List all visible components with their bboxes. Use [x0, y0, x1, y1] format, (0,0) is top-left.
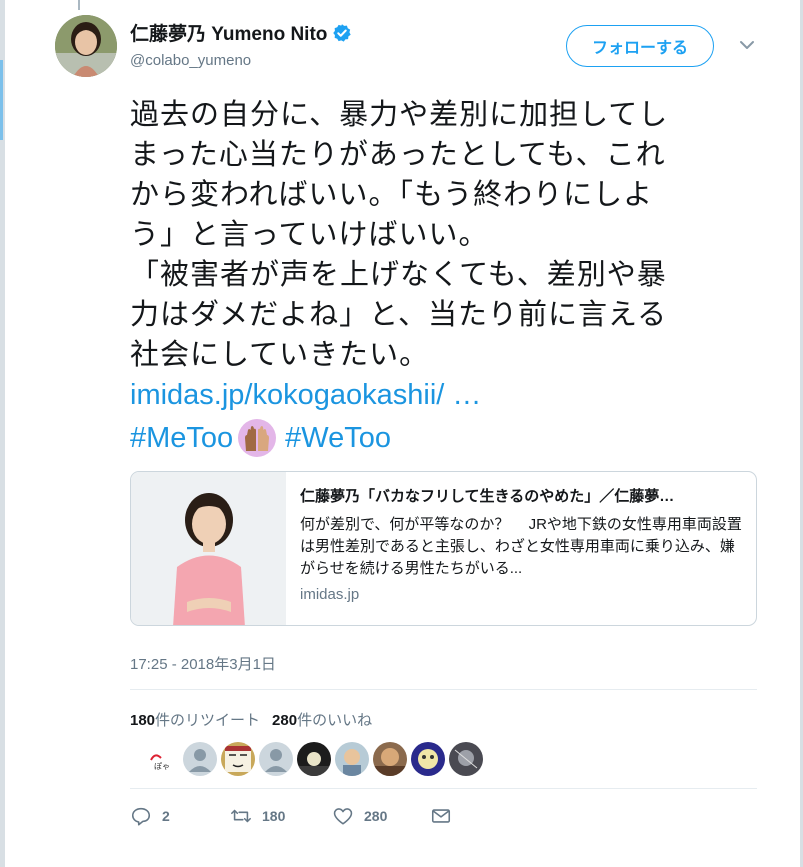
- link-preview-body: 仁藤夢乃「バカなフリして生きるのやめた」／仁藤夢… 何が差別で、何が平等なのか？…: [286, 472, 756, 625]
- engagement-stats: 180件のリツイート 280件のいいね: [130, 709, 372, 730]
- direct-message-action[interactable]: [430, 805, 452, 827]
- hashtag-wetoo[interactable]: #WeToo: [285, 417, 391, 459]
- hashtag-row: #MeToo #WeToo: [130, 417, 391, 459]
- retweet-count: 180: [262, 808, 286, 824]
- link-preview-image: [131, 472, 286, 625]
- verified-badge-icon: [333, 23, 352, 42]
- like-action[interactable]: 280: [332, 805, 430, 827]
- tweet-line: う」と言っていけばいい。: [130, 219, 489, 251]
- user-name-row[interactable]: 仁藤夢乃 Yumeno Nito: [130, 19, 352, 46]
- like-stat-count: 280: [272, 712, 298, 729]
- like-count: 280: [364, 808, 388, 824]
- divider: [130, 788, 757, 789]
- liker-avatar[interactable]: [449, 742, 483, 776]
- reply-count: 2: [162, 808, 170, 824]
- tweet-text: 過去の自分に、暴力や差別に加担してし まった心当たりがあったとしても、これ から…: [130, 95, 755, 375]
- tweet-line: 過去の自分に、暴力や差別に加担してし: [130, 99, 669, 131]
- tweet-line: から変わればいい。「もう終わりにしよ: [130, 179, 654, 211]
- link-preview-title: 仁藤夢乃「バカなフリして生きるのやめた」／仁藤夢…: [300, 488, 675, 505]
- liker-avatar[interactable]: ぽゃ: [145, 742, 179, 776]
- tweet-line: まった心当たりがあったとしても、これ: [130, 139, 666, 171]
- liker-avatar[interactable]: [297, 742, 331, 776]
- liker-avatar[interactable]: [183, 742, 217, 776]
- liker-avatar[interactable]: [373, 742, 407, 776]
- user-avatar[interactable]: [55, 15, 117, 77]
- retweet-stat[interactable]: 180件のリツイート: [130, 709, 260, 730]
- like-stat[interactable]: 280件のいいね: [272, 709, 372, 730]
- link-preview-description: 何が差別で、何が平等なのか？ JRや地下鉄の女性専用車両設置は男性差別であると主…: [300, 516, 742, 577]
- svg-text:ぽゃ: ぽゃ: [154, 762, 170, 771]
- like-stat-label: 件のいいね: [297, 712, 373, 729]
- liker-avatars: ぽゃ: [145, 742, 483, 776]
- liker-avatar[interactable]: [411, 742, 445, 776]
- liker-avatar[interactable]: [259, 742, 293, 776]
- tweet-line: 「被害者が声を上げなくても、差別や暴: [130, 259, 667, 291]
- liker-avatar[interactable]: [221, 742, 255, 776]
- liker-avatar[interactable]: [335, 742, 369, 776]
- thread-line: [78, 0, 80, 10]
- reply-action[interactable]: 2: [130, 805, 230, 827]
- raised-hands-icon: [238, 419, 277, 457]
- retweet-icon: [231, 809, 251, 823]
- retweet-action[interactable]: 180: [230, 805, 332, 827]
- hashtag-metoo[interactable]: #MeToo: [130, 417, 233, 459]
- scroll-highlight: [0, 60, 3, 140]
- link-preview-card[interactable]: 仁藤夢乃「バカなフリして生きるのやめた」／仁藤夢… 何が差別で、何が平等なのか？…: [130, 471, 757, 626]
- divider: [130, 689, 757, 690]
- reply-icon: [131, 807, 151, 826]
- retweet-stat-count: 180: [130, 712, 156, 729]
- display-name[interactable]: 仁藤夢乃 Yumeno Nito: [130, 19, 327, 46]
- tweet-link[interactable]: imidas.jp/kokogaokashii/ …: [130, 375, 481, 415]
- tweet-actions: 2 180 280: [130, 805, 452, 827]
- tweet-timestamp[interactable]: 17:25 - 2018年3月1日: [130, 653, 276, 674]
- tweet-card: 仁藤夢乃 Yumeno Nito @colabo_yumeno フォローする 過…: [5, 0, 800, 867]
- envelope-icon: [431, 809, 451, 823]
- retweet-stat-label: 件のリツイート: [155, 712, 261, 729]
- tweet-line: 力はダメだよね」と、当たり前に言える: [130, 299, 668, 331]
- tweet-line: 社会にしていきたい。: [130, 339, 430, 371]
- chevron-down-icon[interactable]: [738, 38, 756, 52]
- user-handle[interactable]: @colabo_yumeno: [130, 52, 251, 69]
- follow-button[interactable]: フォローする: [566, 25, 714, 67]
- link-preview-domain: imidas.jp: [300, 586, 360, 603]
- heart-icon: [333, 808, 353, 825]
